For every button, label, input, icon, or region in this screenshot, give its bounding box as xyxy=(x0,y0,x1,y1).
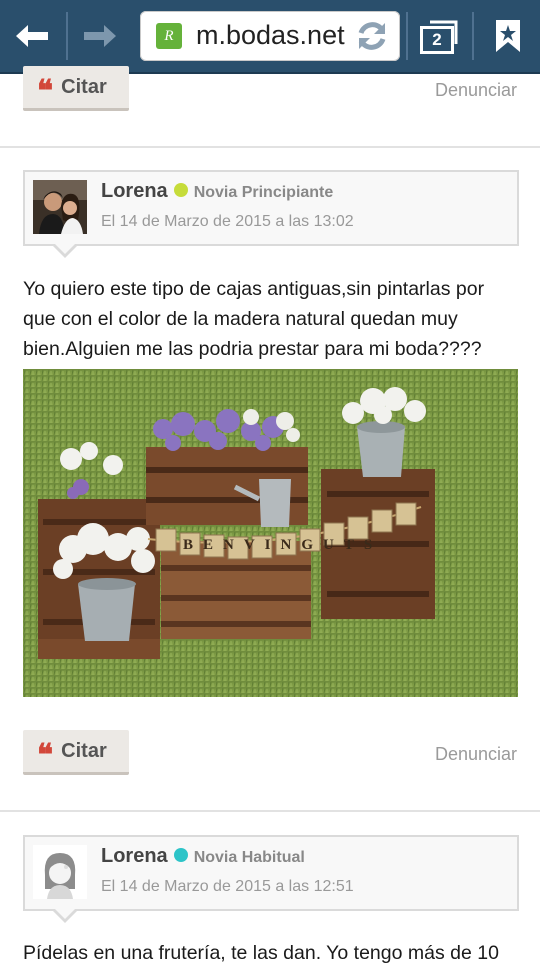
post-divider xyxy=(0,810,540,812)
author-rank: Novia Principiante xyxy=(193,184,334,201)
address-bar[interactable]: R m.bodas.net xyxy=(140,11,400,61)
reload-icon[interactable] xyxy=(354,18,390,59)
author-rank: Novia Habitual xyxy=(193,849,305,866)
report-link[interactable]: Denunciar xyxy=(435,744,517,765)
post-footer: ❝ Citar Denunciar xyxy=(0,60,540,136)
avatar[interactable] xyxy=(33,845,87,899)
author-name[interactable]: Lorena xyxy=(101,845,168,867)
cite-label: Citar xyxy=(61,739,107,762)
post-date: El 14 de Marzo de 2015 a las 13:02 xyxy=(101,213,354,230)
post-author-card: Lorena Novia Principiante El 14 de Marzo … xyxy=(23,170,519,258)
back-arrow-icon[interactable] xyxy=(12,16,52,56)
forward-arrow-icon[interactable] xyxy=(80,16,120,56)
post-message: Pídelas en una frutería, te las dan. Yo … xyxy=(23,942,499,964)
post-footer: ❝ Citar Denunciar xyxy=(0,726,540,802)
post-photo[interactable]: BENVINGUTS xyxy=(23,369,518,697)
cite-button[interactable]: ❝ Citar xyxy=(23,730,129,775)
post-divider xyxy=(0,146,540,148)
post-date: El 14 de Marzo de 2015 a las 12:51 xyxy=(101,878,354,895)
quote-icon: ❝ xyxy=(37,75,54,108)
online-status-icon xyxy=(173,183,188,197)
author-line: Lorena Novia Habitual xyxy=(101,845,305,868)
card-pointer xyxy=(51,907,79,923)
report-link[interactable]: Denunciar xyxy=(435,80,517,101)
bookmark-icon[interactable] xyxy=(488,16,528,56)
site-logo-icon: R xyxy=(156,23,182,49)
url-text[interactable]: m.bodas.net xyxy=(196,20,345,51)
post-author-card: Lorena Novia Habitual El 14 de Marzo de 2… xyxy=(23,835,519,923)
toolbar-separator xyxy=(406,12,408,60)
cite-label: Citar xyxy=(61,75,107,98)
post-message: Yo quiero este tipo de cajas antiguas,si… xyxy=(23,278,485,360)
cite-button[interactable]: ❝ Citar xyxy=(23,66,129,111)
author-line: Lorena Novia Principiante xyxy=(101,180,333,203)
quote-icon: ❝ xyxy=(37,739,54,772)
author-name[interactable]: Lorena xyxy=(101,180,168,202)
online-status-icon xyxy=(173,848,188,862)
avatar[interactable] xyxy=(33,180,87,234)
tab-count: 2 xyxy=(420,26,454,54)
card-pointer xyxy=(51,242,79,258)
toolbar-separator xyxy=(66,12,68,60)
banner-text: BENVINGUTS xyxy=(183,537,382,553)
toolbar-separator xyxy=(472,12,474,60)
